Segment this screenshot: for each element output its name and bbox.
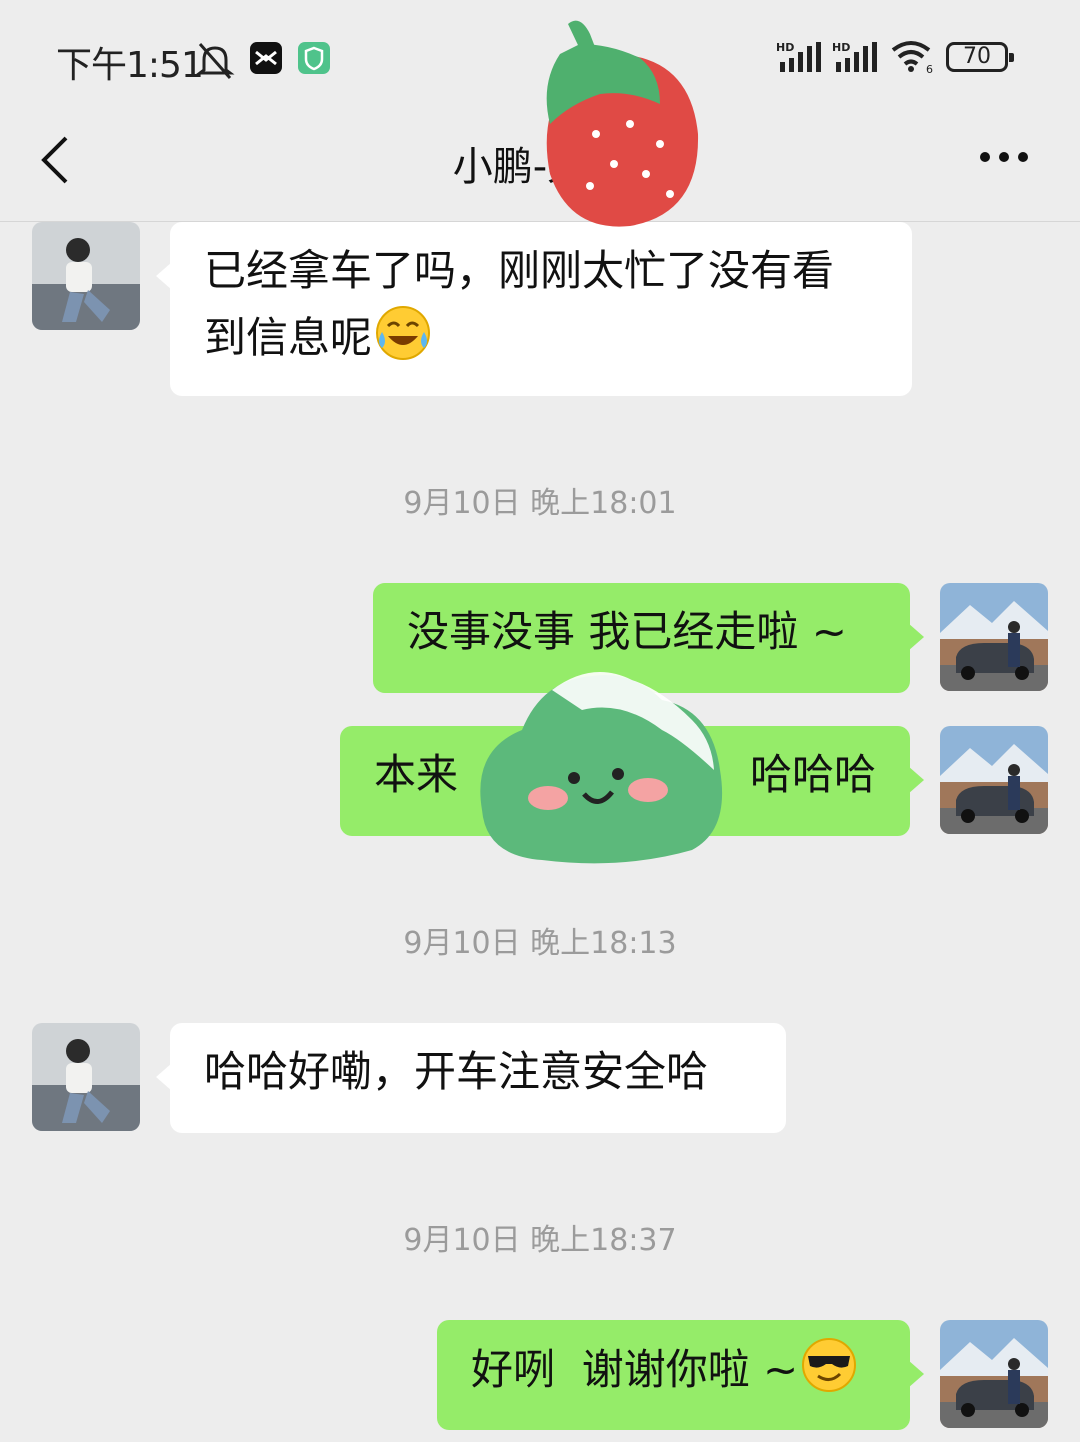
battery-level: 70: [963, 44, 991, 69]
message-text: 已经拿车了吗，刚刚太忙了没有看: [204, 246, 835, 295]
chat-title: 小鹏-梁彩: [452, 144, 628, 190]
svg-text:HD: HD: [776, 41, 794, 54]
message-text: 没事没事 我已经走啦 ~: [407, 607, 847, 656]
my-avatar[interactable]: [940, 1320, 1048, 1428]
message-text: 到信息呢: [204, 313, 373, 362]
svg-text:6: 6: [926, 63, 933, 74]
message-bubble-outgoing[interactable]: 好咧 谢谢你啦 ~: [437, 1320, 924, 1430]
message-bubble-outgoing[interactable]: 没事没事 我已经走啦 ~: [373, 583, 924, 693]
sunglasses-emoji: [802, 1338, 857, 1392]
message-bubble-outgoing[interactable]: 本来 哈哈哈: [340, 726, 924, 836]
hd-signal-icon: HD: [776, 41, 821, 72]
my-avatar[interactable]: [940, 726, 1048, 834]
svg-text:HD: HD: [832, 41, 850, 54]
chat-header: 小鹏-梁彩: [0, 110, 1080, 222]
message-bubble-incoming[interactable]: 已经拿车了吗，刚刚太忙了没有看 到信息呢: [156, 222, 912, 396]
mute-icon: [195, 43, 235, 79]
message-timestamp: 9月10日 晚上18:01: [403, 486, 677, 521]
laughing-tears-emoji: [376, 306, 431, 360]
hd-signal-icon: HD: [832, 41, 877, 72]
message-text: 好咧 谢谢你啦 ~: [471, 1345, 799, 1394]
message-text: 哈哈哈: [749, 750, 876, 799]
message-text: 哈哈好嘞，开车注意安全哈: [204, 1047, 709, 1096]
message-bubble-incoming[interactable]: 哈哈好嘞，开车注意安全哈: [156, 1023, 786, 1133]
contact-avatar[interactable]: [32, 1023, 140, 1131]
app-icon: [250, 42, 282, 74]
message-timestamp: 9月10日 晚上18:13: [403, 926, 677, 961]
more-dots-icon[interactable]: [978, 150, 1030, 164]
status-bar: 下午1:51 HD HD 6 70: [0, 0, 1080, 110]
message-timestamp: 9月10日 晚上18:37: [403, 1223, 677, 1258]
message-list[interactable]: 已经拿车了吗，刚刚太忙了没有看 到信息呢 9月10日 晚上18:01 没事没事 …: [0, 222, 1080, 1442]
my-avatar[interactable]: [940, 583, 1048, 691]
message-text: 本来: [374, 750, 459, 799]
wifi-icon: 6: [891, 41, 933, 74]
contact-avatar[interactable]: [32, 222, 140, 330]
shield-app-icon: [298, 42, 330, 74]
status-time: 下午1:51: [56, 45, 204, 86]
battery-icon: 70: [946, 42, 1014, 72]
